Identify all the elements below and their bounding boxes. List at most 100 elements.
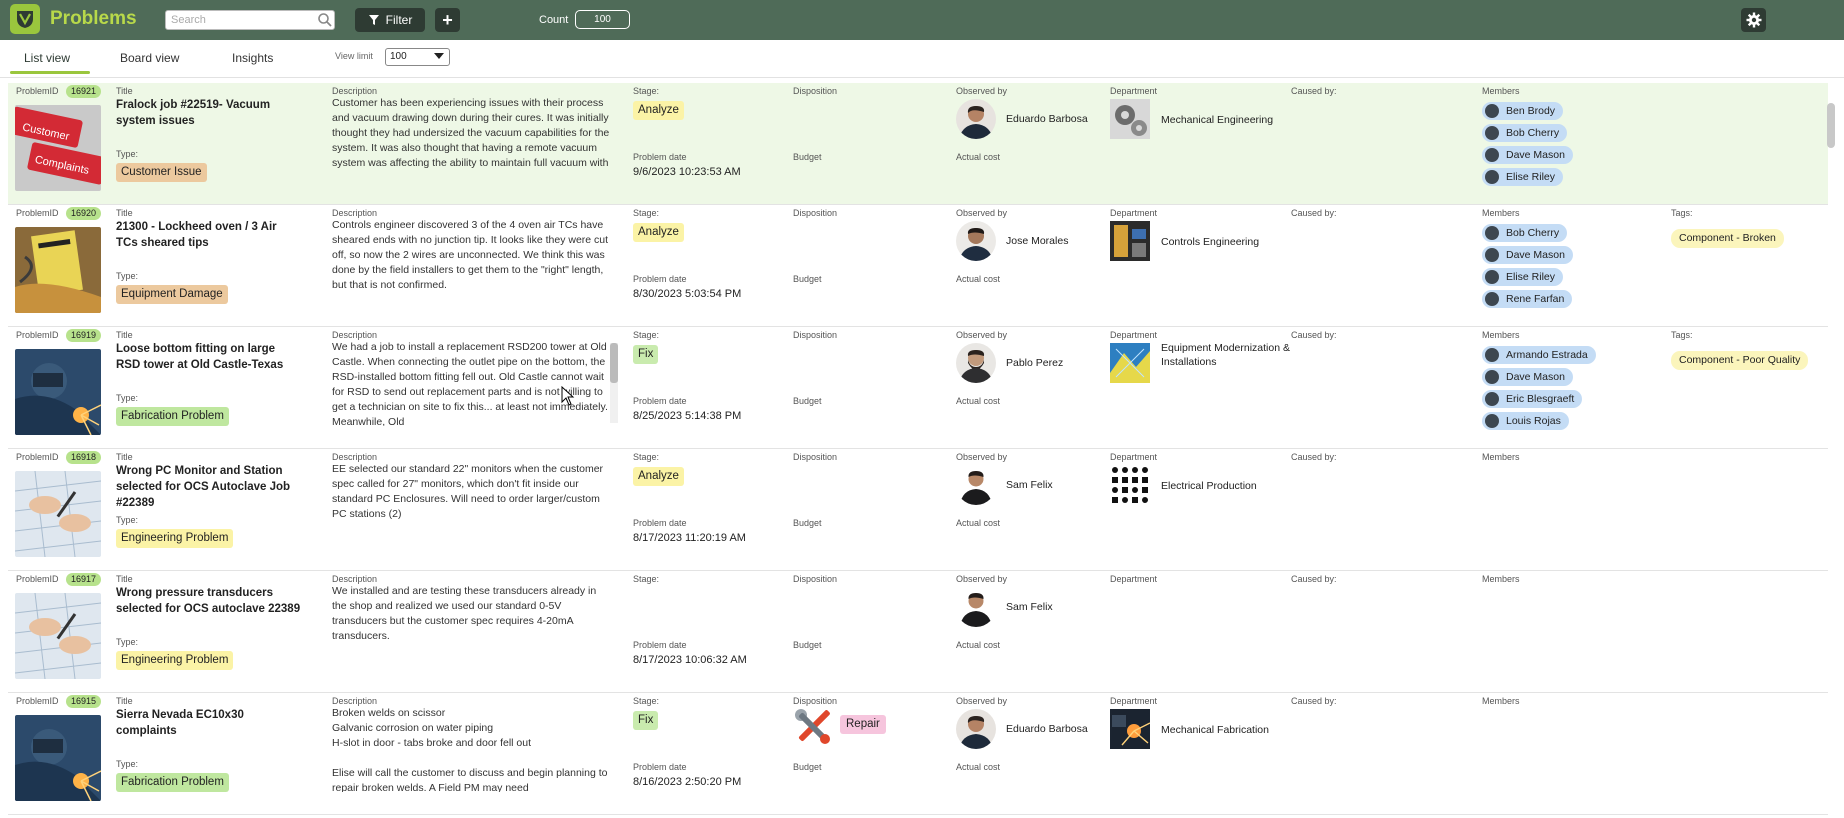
- description-label: Description: [332, 86, 378, 96]
- problem-image[interactable]: [15, 715, 101, 801]
- filter-button[interactable]: Filter: [355, 8, 425, 32]
- member-chip[interactable]: Dave Mason: [1482, 146, 1573, 164]
- problem-title[interactable]: 21300 - Lockheed oven / 3 Air TCs sheare…: [116, 219, 301, 251]
- member-avatar: [1485, 126, 1499, 140]
- observer-avatar: [956, 709, 996, 749]
- problem-image[interactable]: Customer Complaints: [15, 105, 101, 191]
- title-label: Title: [116, 86, 133, 96]
- stage-badge: Analyze: [633, 101, 684, 120]
- problem-row[interactable]: ProblemID 16917 Title Wrong pressure tra…: [8, 571, 1828, 693]
- filter-label: Filter: [385, 13, 413, 27]
- member-chip[interactable]: Ben Brody: [1482, 102, 1564, 120]
- tab-list-view[interactable]: List view: [24, 51, 70, 65]
- tag-chip[interactable]: Component - Broken: [1671, 229, 1784, 248]
- count-label: Count: [539, 14, 569, 26]
- view-limit-select[interactable]: 100: [385, 48, 450, 66]
- member-chip[interactable]: Armando Estrada: [1482, 346, 1596, 364]
- department-label: Department: [1110, 452, 1158, 462]
- problem-image[interactable]: [15, 349, 101, 435]
- problem-row[interactable]: ProblemID 16921 Customer Complaints Titl…: [8, 83, 1828, 205]
- members-label: Members: [1482, 574, 1520, 584]
- problem-title[interactable]: Fralock job #22519- Vacuum system issues: [116, 97, 301, 129]
- observed-by-label: Observed by: [956, 452, 1008, 462]
- type-label: Type:: [116, 759, 139, 769]
- department-label: Department: [1110, 574, 1158, 584]
- problem-image[interactable]: [15, 593, 101, 679]
- disposition-label: Disposition: [793, 86, 838, 96]
- stage-badge: Analyze: [633, 223, 684, 242]
- description-label: Description: [332, 452, 378, 462]
- count-value: 100: [575, 10, 630, 29]
- disposition-label: Disposition: [793, 330, 838, 340]
- observed-by-label: Observed by: [956, 696, 1008, 706]
- member-chip[interactable]: Eric Blesgraeft: [1482, 390, 1583, 408]
- type-badge: Fabrication Problem: [116, 773, 229, 792]
- app-logo-icon[interactable]: [10, 4, 40, 34]
- disposition-badge: Repair: [840, 715, 886, 734]
- settings-button[interactable]: [1741, 8, 1766, 32]
- member-chip[interactable]: Rene Farfan: [1482, 290, 1573, 308]
- observed-by-label: Observed by: [956, 86, 1008, 96]
- tab-board-view[interactable]: Board view: [120, 51, 179, 65]
- observer-name: Pablo Perez: [1006, 357, 1064, 369]
- member-avatar: [1485, 414, 1499, 428]
- problem-row[interactable]: ProblemID 16920 Title 21300 - Lockheed o…: [8, 205, 1828, 327]
- problem-id-badge: 16920: [66, 207, 102, 220]
- member-chip[interactable]: Dave Mason: [1482, 368, 1573, 386]
- department-label: Department: [1110, 696, 1158, 706]
- problem-title[interactable]: Sierra Nevada EC10x30 complaints: [116, 707, 301, 739]
- member-chip[interactable]: Dave Mason: [1482, 246, 1573, 264]
- add-problem-button[interactable]: +: [435, 8, 460, 32]
- members-label: Members: [1482, 86, 1520, 96]
- tags-label: Tags:: [1671, 208, 1693, 218]
- member-chip[interactable]: Elise Riley: [1482, 268, 1564, 286]
- budget-label: Budget: [793, 762, 822, 772]
- problem-description: Controls engineer discovered 3 of the 4 …: [332, 219, 609, 291]
- description-scrollbar[interactable]: [610, 343, 618, 423]
- stage-label: Stage:: [633, 330, 660, 340]
- list-scrollbar[interactable]: [1824, 83, 1838, 818]
- members-label: Members: [1482, 696, 1520, 706]
- scrollbar-thumb[interactable]: [1827, 103, 1835, 148]
- budget-label: Budget: [793, 518, 822, 528]
- problem-image[interactable]: [15, 227, 101, 313]
- budget-label: Budget: [793, 152, 822, 162]
- stage-label: Stage:: [633, 574, 660, 584]
- tab-insights[interactable]: Insights: [232, 51, 273, 65]
- tag-chip[interactable]: Component - Poor Quality: [1671, 351, 1809, 370]
- search-icon[interactable]: [317, 12, 333, 28]
- department-name: Electrical Production: [1161, 480, 1257, 492]
- problem-title[interactable]: Wrong pressure transducers selected for …: [116, 585, 301, 617]
- problem-image[interactable]: [15, 471, 101, 557]
- member-chip[interactable]: Louis Rojas: [1482, 412, 1569, 430]
- member-chip[interactable]: Bob Cherry: [1482, 224, 1568, 242]
- problem-id-badge: 16919: [66, 329, 102, 342]
- view-tabs: List view Board view Insights View limit…: [0, 40, 1844, 78]
- observer-avatar: [956, 99, 996, 139]
- observer-name: Sam Felix: [1006, 479, 1053, 491]
- caused-by-label: Caused by:: [1291, 696, 1337, 706]
- problem-row[interactable]: ProblemID 16918 Title Wrong PC Monitor a…: [8, 449, 1828, 571]
- top-bar: Problems Filter + Count 100: [0, 0, 1844, 40]
- title-label: Title: [116, 574, 133, 584]
- member-chip[interactable]: Elise Riley: [1482, 168, 1564, 186]
- member-chip[interactable]: Bob Cherry: [1482, 124, 1568, 142]
- disposition-label: Disposition: [793, 696, 838, 706]
- member-avatar: [1485, 170, 1499, 184]
- type-label: Type:: [116, 149, 139, 159]
- problem-id-badge: 16915: [66, 695, 102, 708]
- department-controls-icon: [1110, 221, 1150, 261]
- department-name: Mechanical Fabrication: [1161, 724, 1269, 736]
- view-limit-value: 100: [390, 51, 407, 62]
- problem-row[interactable]: ProblemID 16919 Title Loose bottom fitti…: [8, 327, 1828, 449]
- title-label: Title: [116, 208, 133, 218]
- problem-date: 8/30/2023 5:03:54 PM: [633, 288, 742, 300]
- problem-title[interactable]: Wrong PC Monitor and Station selected fo…: [116, 463, 301, 511]
- members-label: Members: [1482, 208, 1520, 218]
- type-badge: Engineering Problem: [116, 651, 234, 670]
- member-avatar: [1485, 370, 1499, 384]
- problem-id-label: ProblemID: [16, 452, 59, 462]
- problem-row[interactable]: ProblemID 16915 Title Sierra Nevada EC10…: [8, 693, 1828, 815]
- problem-title[interactable]: Loose bottom fitting on large RSD tower …: [116, 341, 301, 373]
- search-input[interactable]: [165, 10, 335, 30]
